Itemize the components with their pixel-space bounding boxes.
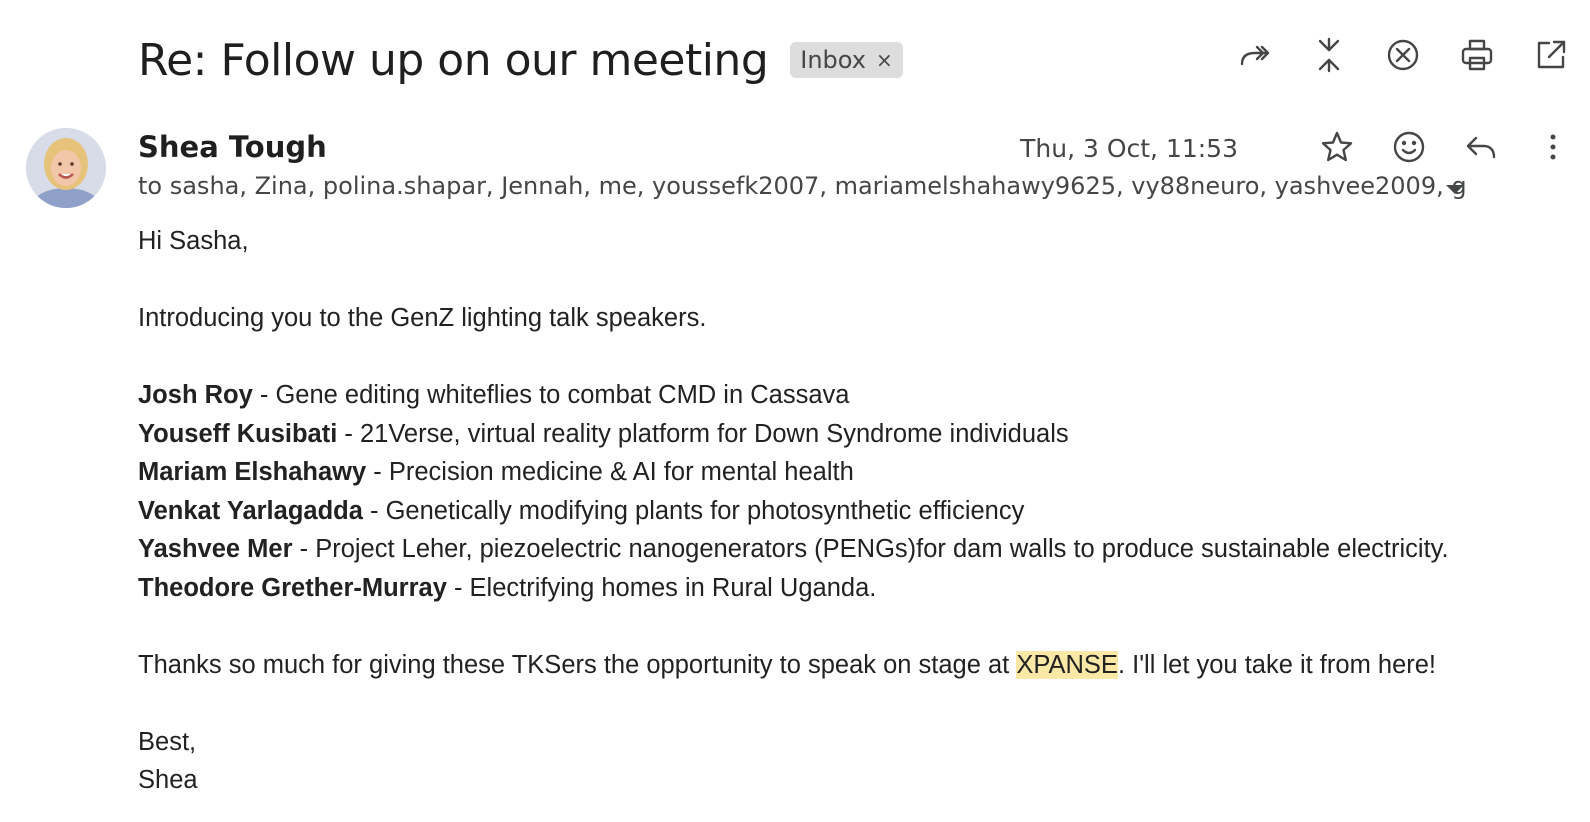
speaker-desc: - Electrifying homes in Rural Uganda. [446,573,877,602]
speaker-name: Theodore Grether-Murray [138,573,447,602]
label-chip-text: Inbox [800,46,866,74]
inbox-label-chip[interactable]: Inbox × [790,42,903,78]
thread-toolbar [1236,36,1570,74]
email-subject: Re: Follow up on our meeting [138,34,769,86]
chevron-down-icon[interactable] [1440,176,1470,202]
open-in-new-window-icon[interactable] [1532,36,1570,74]
greeting: Hi Sasha, [138,227,249,255]
message-body: Hi Sasha, Introducing you to the GenZ li… [138,222,1449,800]
highlighted-term[interactable]: XPANSE [1016,650,1118,679]
speaker-name: Josh Roy [138,381,253,409]
emoji-icon[interactable] [1390,128,1428,166]
speaker-desc: - Project Leher, piezoelectric nanogener… [292,535,1449,563]
speaker-desc: - Genetically modifying plants for photo… [362,496,1025,525]
collapse-icon[interactable] [1310,36,1348,74]
speaker-name: Youseff Kusibati [138,419,338,448]
thanks-text-end: . I'll let you take it from here! [1117,650,1437,679]
speaker-name: Venkat Yarlagadda [138,496,363,525]
speaker-name: Yashvee Mer [138,535,293,563]
thanks-text: Thanks so much for giving these TKSers t… [138,650,1017,679]
reply-icon[interactable] [1462,128,1500,166]
forward-all-icon[interactable] [1236,36,1274,74]
message-actions [1318,128,1572,166]
print-icon[interactable] [1458,36,1496,74]
speaker-line: Youseff Kusibati - 21Verse, virtual real… [138,415,1449,454]
speaker-line: Venkat Yarlagadda - Genetically modifyin… [138,492,1449,531]
more-vert-icon[interactable] [1534,128,1572,166]
signoff: Best, [138,727,197,756]
speaker-line: Yashvee Mer - Project Leher, piezoelectr… [138,530,1449,569]
thanks-line: Thanks so much for giving these TKSers t… [138,646,1449,685]
subject-row: Re: Follow up on our meeting Inbox × [138,30,903,90]
speaker-line: Theodore Grether-Murray - Electrifying h… [138,569,1449,608]
intro-line: Introducing you to the GenZ lighting tal… [138,304,707,332]
remove-label-icon[interactable]: × [876,48,893,72]
sender-name[interactable]: Shea Tough [138,130,327,164]
speaker-desc: - Precision medicine & AI for mental hea… [366,458,854,486]
speaker-name: Mariam Elshahawy [138,458,367,486]
speaker-line: Mariam Elshahawy - Precision medicine & … [138,453,1449,492]
star-icon[interactable] [1318,128,1356,166]
recipients-list: to sasha, Zina, polina.shapar, Jennah, m… [138,172,1468,200]
message-date: Thu, 3 Oct, 11:53 [1020,134,1238,163]
sender-row: Shea Tough Thu, 3 Oct, 11:53 [138,128,1590,168]
signature: Shea [138,766,198,794]
avatar[interactable] [26,128,106,208]
close-circle-icon[interactable] [1384,36,1422,74]
speaker-desc: - 21Verse, virtual reality platform for … [337,419,1069,448]
speaker-desc: - Gene editing whiteflies to combat CMD … [252,381,850,409]
speaker-line: Josh Roy - Gene editing whiteflies to co… [138,376,1449,415]
